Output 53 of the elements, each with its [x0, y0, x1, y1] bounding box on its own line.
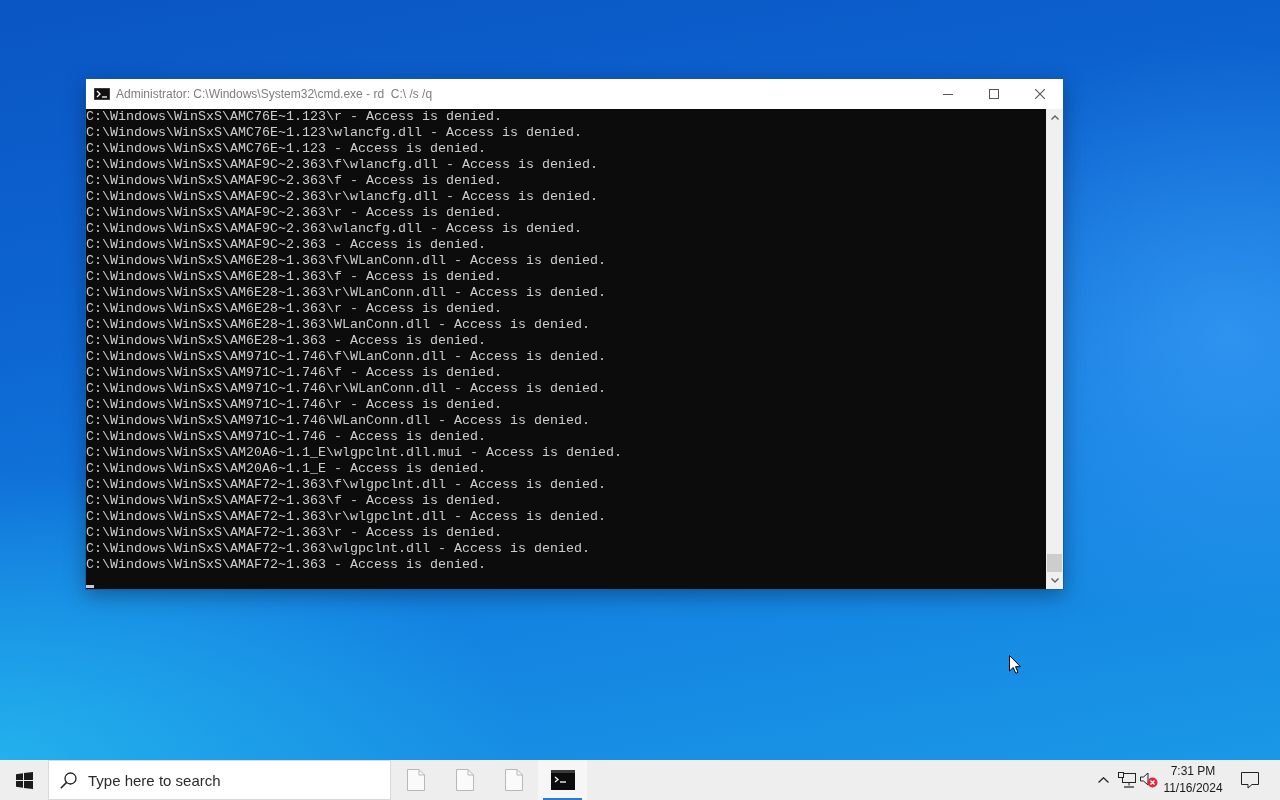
notification-icon [1241, 771, 1259, 789]
console-line: C:\Windows\WinSxS\AMAF9C~2.363\r - Access is denied. [86, 205, 502, 221]
console-line: C:\Windows\WinSxS\AMAF72~1.363\r\wlgpclnt.dll - Access is denied. [86, 509, 606, 525]
terminal-icon [550, 770, 575, 790]
console-line: C:\Windows\WinSxS\AMAF9C~2.363\f - Access is denied. [86, 173, 502, 189]
console-line: C:\Windows\WinSxS\AMAF72~1.363\wlgpclnt.dll - Access is denied. [86, 541, 590, 557]
console-line: C:\Windows\WinSxS\AM971C~1.746\f\WLanConn.dll - Access is denied. [86, 349, 606, 365]
window-title: Administrator: C:\Windows\System32\cmd.exe - rd C:\ /s /q [116, 87, 433, 101]
text-cursor [86, 585, 94, 588]
console-line: C:\Windows\WinSxS\AMAF9C~2.363\f\wlancfg.dll - Access is denied. [86, 157, 598, 173]
clock-time[interactable]: 7:31 PM [1170, 763, 1216, 780]
chevron-up-icon [1050, 115, 1059, 120]
console-line: C:\Windows\WinSxS\AM6E28~1.363\f\WLanConn.dll - Access is denied. [86, 253, 606, 269]
console-line: C:\Windows\WinSxS\AMAF72~1.363 - Access is denied. [86, 557, 486, 573]
close-icon [1035, 89, 1045, 99]
windows-logo-icon [15, 771, 33, 789]
terminal-icon [94, 88, 110, 100]
mouse-pointer-icon [1009, 655, 1021, 674]
console-line: C:\Windows\WinSxS\AMAF72~1.363\r - Access is denied. [86, 525, 502, 541]
console-line: C:\Windows\WinSxS\AM971C~1.746\WLanConn.dll - Access is denied. [86, 413, 590, 429]
file-icon [406, 769, 425, 791]
chevron-down-icon [1050, 578, 1059, 583]
search-field[interactable]: Type here to search [48, 760, 391, 800]
console-line: C:\Windows\WinSxS\AM971C~1.746\f - Access is denied. [86, 365, 502, 381]
console-line: C:\Windows\WinSxS\AMAF72~1.363\f\wlgpclnt.dll - Access is denied. [86, 477, 606, 493]
console-line: C:\Windows\WinSxS\AMC76E~1.123 - Access is denied. [86, 141, 486, 157]
console-line: C:\Windows\WinSxS\AMAF9C~2.363\r\wlancfg.dll - Access is denied. [86, 189, 598, 205]
console-line: C:\Windows\WinSxS\AM971C~1.746\r\WLanConn.dll - Access is denied. [86, 381, 606, 397]
network-icon [1118, 772, 1136, 788]
console-line: C:\Windows\WinSxS\AM6E28~1.363\r\WLanConn.dll - Access is denied. [86, 285, 606, 301]
console-line: C:\Windows\WinSxS\AM6E28~1.363\WLanConn.dll - Access is denied. [86, 317, 590, 333]
console-line: C:\Windows\WinSxS\AMAF9C~2.363\wlancfg.dll - Access is denied. [86, 221, 582, 237]
taskbar-app-button[interactable] [538, 760, 587, 800]
search-icon [60, 772, 77, 789]
file-icon [455, 769, 474, 791]
console-line: C:\Windows\WinSxS\AMC76E~1.123\wlancfg.dll - Access is denied. [86, 125, 582, 141]
console-line: C:\Windows\WinSxS\AM20A6~1.1_E - Access is denied. [86, 461, 486, 477]
console-line: C:\Windows\WinSxS\AM971C~1.746 - Access is denied. [86, 429, 486, 445]
file-icon [504, 769, 523, 791]
scrollbar[interactable] [1046, 109, 1063, 589]
clock-date[interactable]: 11/16/2024 [1163, 780, 1223, 797]
console-line: C:\Windows\WinSxS\AM971C~1.746\r - Access is denied. [86, 397, 502, 413]
console-line: C:\Windows\WinSxS\AMAF9C~2.363 - Access is denied. [86, 237, 486, 253]
chevron-up-icon [1097, 777, 1109, 783]
console-line: C:\Windows\WinSxS\AMAF72~1.363\f - Access is denied. [86, 493, 502, 509]
console-line: C:\Windows\WinSxS\AM6E28~1.363\r - Access is denied. [86, 301, 502, 317]
minimize-icon [943, 93, 953, 95]
console-line: C:\Windows\WinSxS\AM6E28~1.363\f - Access is denied. [86, 269, 502, 285]
maximize-icon [989, 89, 999, 99]
console-line: C:\Windows\WinSxS\AM20A6~1.1_E\wlgpclnt.dll.mui - Access is denied. [86, 445, 622, 461]
console-line: C:\Windows\WinSxS\AMC76E~1.123\r - Access is denied. [86, 109, 502, 125]
scrollbar-thumb[interactable] [1047, 554, 1062, 572]
console-line: C:\Windows\WinSxS\AM6E28~1.363 - Access is denied. [86, 333, 486, 349]
